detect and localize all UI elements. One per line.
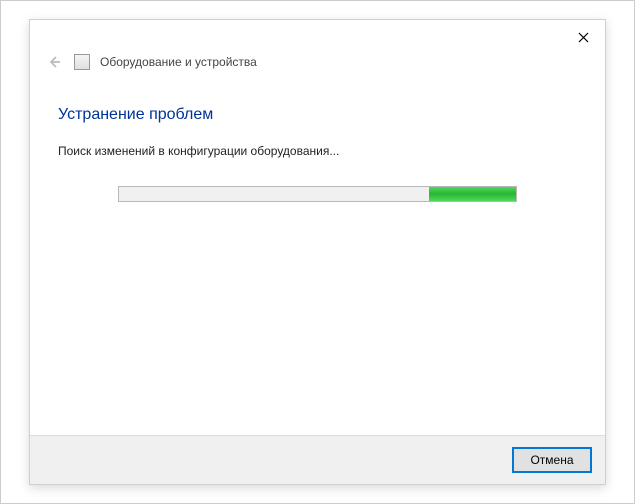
content-area: Устранение проблем Поиск изменений в кон… [30,78,605,435]
back-arrow-icon [44,54,64,70]
close-icon [578,32,589,43]
status-text: Поиск изменений в конфигурации оборудова… [58,144,577,158]
heading: Устранение проблем [58,106,577,124]
progress-fill [429,187,516,201]
troubleshooter-icon [74,54,90,70]
breadcrumb: Оборудование и устройства [30,54,605,78]
outer-frame: Оборудование и устройства Устранение про… [0,0,635,504]
page-title: Оборудование и устройства [100,55,257,69]
close-button[interactable] [563,22,603,52]
troubleshooter-window: Оборудование и устройства Устранение про… [29,19,606,485]
titlebar [30,20,605,54]
footer: Отмена [30,435,605,484]
progress-bar [118,186,517,202]
progress-container [58,186,577,202]
cancel-button[interactable]: Отмена [513,448,591,472]
